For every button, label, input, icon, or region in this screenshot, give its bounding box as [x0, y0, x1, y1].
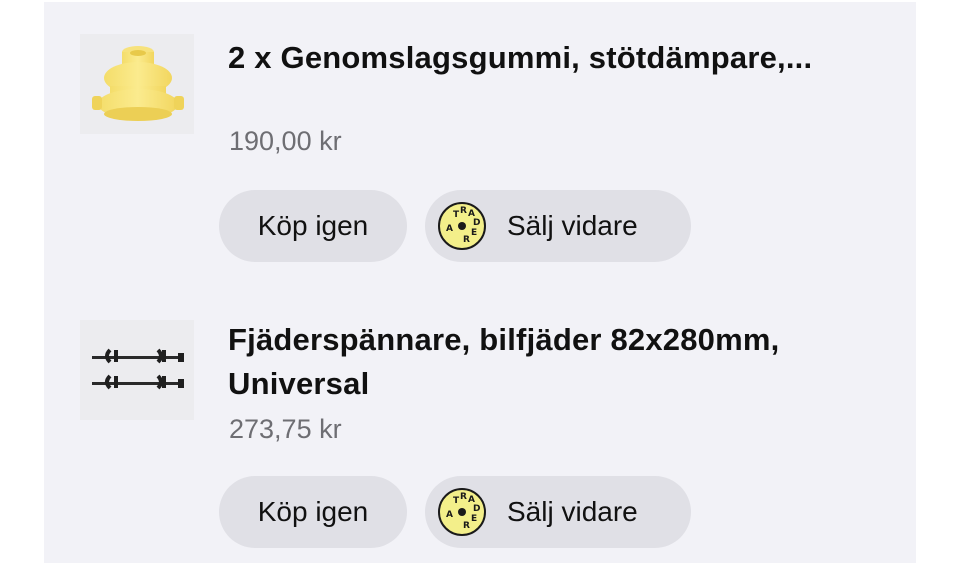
svg-text:A: A: [446, 510, 453, 520]
svg-text:E: E: [471, 228, 477, 238]
sell-again-button[interactable]: T R A D E R A Sälj vidare: [425, 190, 691, 262]
sell-again-button[interactable]: T R A D E R A Sälj vidare: [425, 476, 691, 548]
buy-again-label: Köp igen: [257, 496, 369, 527]
product-title[interactable]: 2 x Genomslagsgummi, stötdämpare,...: [228, 36, 888, 80]
svg-text:E: E: [471, 514, 477, 524]
buy-again-button[interactable]: Köp igen: [219, 190, 407, 262]
bump-stop-image: [92, 46, 184, 121]
purchase-history-list: 2 x Genomslagsgummi, stötdämpare,... 190…: [44, 2, 916, 563]
sell-again-label: Sälj vidare: [507, 210, 638, 241]
sell-again-label: Sälj vidare: [507, 496, 638, 527]
svg-text:A: A: [446, 224, 453, 234]
product-price: 273,75 kr: [229, 414, 342, 444]
svg-text:D: D: [473, 504, 480, 514]
product-title[interactable]: Fjäderspännare, bilfjäder 82x280mm, Univ…: [228, 318, 888, 406]
svg-text:T: T: [453, 496, 460, 506]
buy-again-button[interactable]: Köp igen: [219, 476, 407, 548]
svg-text:R: R: [460, 206, 467, 216]
product-thumbnail[interactable]: [80, 320, 194, 420]
tradera-logo-icon: T R A D E R A: [438, 488, 486, 536]
spring-compressor-image: [92, 348, 184, 390]
product-price: 190,00 kr: [229, 126, 342, 156]
svg-text:R: R: [463, 235, 470, 245]
product-thumbnail[interactable]: [80, 34, 194, 134]
tradera-logo-icon: T R A D E R A: [438, 202, 486, 250]
buy-again-label: Köp igen: [257, 210, 369, 241]
svg-text:T: T: [453, 210, 460, 220]
svg-text:R: R: [460, 492, 467, 502]
svg-text:R: R: [463, 521, 470, 531]
svg-text:D: D: [473, 218, 480, 228]
